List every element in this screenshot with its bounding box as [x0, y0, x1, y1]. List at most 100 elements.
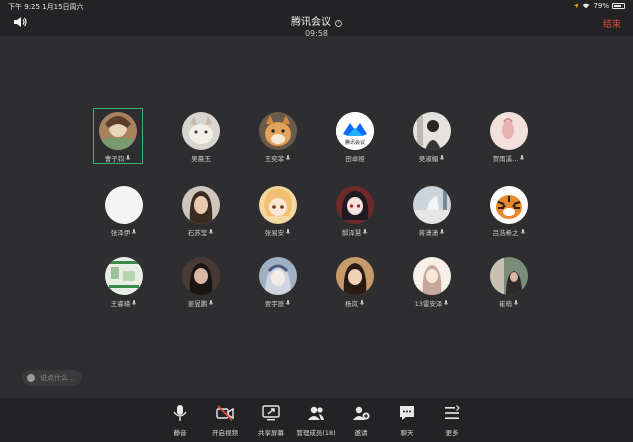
participant-name-row: 吕浩希之: [474, 227, 544, 237]
title-area: 腾讯会议 i 09:58: [0, 12, 633, 38]
mic-icon: [359, 300, 365, 305]
participant-name: 曹子钧: [104, 155, 125, 163]
location-icon: [574, 3, 579, 9]
participant-tile-5[interactable]: 贺雨溪...: [484, 108, 534, 164]
participant-tile-2[interactable]: 王奕菲: [253, 108, 303, 164]
avatar: [259, 257, 297, 295]
manage-members-button[interactable]: 管理成员(18): [294, 404, 338, 437]
battery-icon: [612, 3, 625, 9]
participant-tile-17[interactable]: 崔萌: [484, 253, 534, 309]
avatar: [490, 186, 528, 224]
chat-button[interactable]: 聊天: [385, 404, 429, 437]
chat-label: 聊天: [400, 429, 414, 437]
avatar: [259, 186, 297, 224]
participant-name-row: 王睿瑛: [89, 298, 159, 308]
participant-name: 张易安: [264, 229, 285, 237]
participant-name: 姜昱鹏: [187, 300, 208, 308]
mic-icon: [440, 155, 445, 160]
battery-percent: 79%: [593, 2, 609, 10]
share-screen-label: 共享屏幕: [258, 429, 284, 437]
status-right: 79%: [573, 2, 625, 10]
more-button[interactable]: 更多: [430, 404, 474, 437]
participant-name-row: 田卓娅: [320, 153, 390, 163]
participant-name: 吴晨玉: [191, 155, 211, 163]
participant-name: 13雷安泽: [414, 300, 443, 308]
share-screen-icon: [262, 405, 280, 421]
mic-icon: [286, 300, 291, 305]
mic-icon: [126, 155, 131, 160]
emoji-icon[interactable]: [27, 374, 35, 382]
more-label: 更多: [445, 429, 459, 437]
meeting-title-row[interactable]: 腾讯会议 i: [0, 13, 633, 28]
avatar: 腾讯会议: [336, 112, 374, 150]
participant-tile-7[interactable]: 石苏莹: [176, 182, 226, 238]
participant-tile-9[interactable]: 郝泽慧: [330, 182, 380, 238]
participant-tile-0[interactable]: 曹子钧: [93, 108, 143, 164]
manage-members-label: 管理成员(18): [296, 429, 336, 437]
avatar: [259, 112, 297, 150]
participant-name-row: 张泽伊: [89, 227, 159, 237]
participant-name-row: 郝泽慧: [320, 227, 390, 237]
avatar: [413, 257, 451, 295]
participant-name-row: 杨岚: [320, 298, 390, 308]
chat-bubble-icon: [400, 406, 414, 420]
start-video-label: 开启视频: [212, 429, 238, 437]
more-menu-icon: [445, 405, 460, 419]
chat-placeholder: 说点什么...: [40, 374, 75, 382]
mic-icon: [520, 155, 525, 160]
participant-name: 郝泽慧: [341, 229, 362, 237]
participant-name-row: 13雷安泽: [397, 298, 467, 308]
participant-name-row: 蒋潇潇: [397, 227, 467, 237]
participant-tile-1[interactable]: 吴晨玉: [176, 108, 226, 164]
meeting-title: 腾讯会议: [291, 17, 331, 28]
participant-tile-13[interactable]: 姜昱鹏: [176, 253, 226, 309]
meeting-header: 腾讯会议 i 09:58 结束: [0, 12, 633, 38]
mic-icon: [209, 229, 214, 234]
participant-tile-3[interactable]: 腾讯会议 田卓娅: [330, 108, 380, 164]
mic-icon: [209, 300, 214, 305]
participant-tile-12[interactable]: 王睿瑛: [99, 253, 149, 309]
participant-name: 蒋潇潇: [418, 229, 439, 237]
participant-name: 吴淑媚: [418, 155, 439, 163]
avatar: [490, 112, 528, 150]
end-meeting-button[interactable]: 结束: [603, 17, 621, 30]
participant-tile-15[interactable]: 杨岚: [330, 253, 380, 309]
status-bar: 下午 9:25 1月15日周六 79%: [0, 0, 633, 12]
mute-button[interactable]: 静音: [158, 404, 202, 437]
avatar: [182, 186, 220, 224]
mic-icon: [286, 229, 291, 234]
participant-name-row: 曹子钧: [84, 153, 152, 163]
participant-tile-4[interactable]: 吴淑媚: [407, 108, 457, 164]
microphone-icon: [173, 405, 187, 421]
start-video-button[interactable]: 开启视频: [203, 404, 247, 437]
participant-name: 石苏莹: [187, 229, 208, 237]
share-screen-button[interactable]: 共享屏幕: [249, 404, 293, 437]
avatar: [336, 186, 374, 224]
avatar: [105, 186, 143, 224]
meeting-timer: 09:58: [304, 29, 329, 38]
status-time-date: 下午 9:25 1月15日周六: [8, 3, 84, 11]
participant-tile-11[interactable]: 吕浩希之: [484, 182, 534, 238]
participant-name: 杨岚: [345, 300, 358, 308]
video-off-icon: [216, 405, 234, 421]
participant-name-row: 石苏莹: [166, 227, 236, 237]
participant-name-row: 姜昱鹏: [166, 298, 236, 308]
participant-name: 贺雨溪...: [492, 155, 519, 163]
participant-tile-16[interactable]: 13雷安泽: [407, 253, 457, 309]
mic-icon: [513, 300, 519, 305]
mic-icon: [286, 155, 291, 160]
invite-button[interactable]: 邀请: [339, 404, 383, 437]
chat-input[interactable]: 说点什么...: [22, 370, 82, 386]
participant-tile-10[interactable]: 蒋潇潇: [407, 182, 457, 238]
participant-tile-6[interactable]: 张泽伊: [99, 182, 149, 238]
mic-icon: [132, 229, 137, 234]
mic-icon: [132, 300, 137, 305]
avatar: [336, 257, 374, 295]
info-icon[interactable]: i: [335, 20, 342, 27]
participant-tile-14[interactable]: 贾宇辰: [253, 253, 303, 309]
participant-tile-8[interactable]: 张易安: [253, 182, 303, 238]
logo-text: 腾讯会议: [344, 140, 365, 146]
mic-icon: [363, 229, 368, 234]
participant-name-row: 张易安: [243, 227, 313, 237]
participant-name: 王奕菲: [264, 155, 285, 163]
